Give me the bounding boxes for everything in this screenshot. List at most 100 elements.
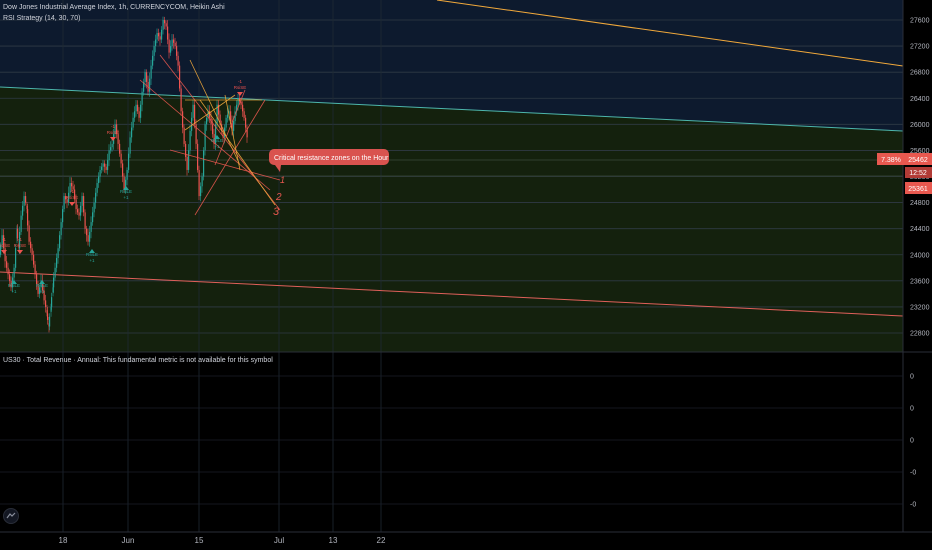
candle-body bbox=[201, 176, 203, 187]
candle-body bbox=[101, 166, 103, 170]
other-price-text: 25361 bbox=[908, 186, 928, 193]
candle-body bbox=[179, 65, 181, 89]
indicator-tick-label: 0 bbox=[910, 406, 914, 413]
short-signal-label: RsiSE bbox=[234, 85, 247, 90]
candle-body bbox=[28, 225, 30, 242]
candle-body bbox=[63, 196, 65, 210]
candle-body bbox=[192, 104, 194, 118]
candle-body bbox=[243, 111, 245, 118]
candle-body bbox=[183, 127, 185, 144]
candle-body bbox=[120, 153, 122, 164]
candle-body bbox=[156, 33, 158, 40]
long-signal-qty: +1 bbox=[39, 289, 45, 294]
candle-body bbox=[22, 205, 24, 216]
candle-body bbox=[237, 98, 239, 105]
candle-body bbox=[150, 65, 152, 79]
long-signal-label: RsiLE bbox=[36, 283, 48, 288]
candle-body bbox=[146, 72, 148, 82]
candle-body bbox=[84, 212, 86, 229]
candle-body bbox=[245, 117, 247, 128]
price-tick-label: 23200 bbox=[910, 304, 930, 311]
time-tick-label: 18 bbox=[59, 536, 68, 545]
candle-body bbox=[108, 150, 110, 161]
indicator-tick-label: 0 bbox=[910, 374, 914, 381]
candle-body bbox=[161, 29, 163, 40]
short-signal-label: RsiSE bbox=[14, 243, 27, 248]
candle-body bbox=[164, 20, 166, 24]
candle-body bbox=[182, 111, 184, 128]
candle-body bbox=[62, 209, 64, 223]
candle-body bbox=[131, 127, 133, 138]
candle-body bbox=[110, 147, 112, 151]
long-signal-qty: +1 bbox=[214, 144, 220, 149]
indicator-tick-label: -0 bbox=[910, 502, 916, 509]
candle-body bbox=[90, 222, 92, 232]
tradingview-logo-icon[interactable] bbox=[3, 508, 19, 524]
price-tick-label: 22800 bbox=[910, 331, 930, 338]
short-signal-qty: -1 bbox=[18, 237, 22, 242]
candle-body bbox=[197, 143, 199, 170]
candle-body bbox=[92, 212, 94, 223]
candle-body bbox=[102, 163, 104, 167]
candle-body bbox=[180, 88, 182, 112]
time-tick-label: 22 bbox=[377, 536, 386, 545]
short-signal-qty: -1 bbox=[238, 79, 242, 84]
price-tick-label: 24400 bbox=[910, 226, 930, 233]
candle-body bbox=[225, 117, 227, 128]
candle-body bbox=[153, 46, 155, 56]
time-tick-label: 13 bbox=[329, 536, 338, 545]
candle-body bbox=[31, 248, 33, 255]
chart-canvas[interactable]: 123RsiLE+1RsiLE+1RsiLE+1RsiLE+1RsiLE+1-1… bbox=[0, 0, 932, 550]
candle-body bbox=[173, 39, 175, 43]
percent-badge-text: 7.38% bbox=[881, 157, 901, 164]
candle-body bbox=[54, 267, 56, 278]
chart-title[interactable]: Dow Jones Industrial Average Index, 1h, … bbox=[3, 4, 225, 11]
last-price-text: 25462 bbox=[908, 157, 928, 164]
candle-body bbox=[152, 55, 154, 66]
candle-body bbox=[189, 130, 191, 151]
indicator-header[interactable]: US30 · Total Revenue · Annual: This fund… bbox=[3, 357, 273, 364]
annotation-text: Critical resistance zones on the Hour bbox=[274, 155, 389, 162]
candle-body bbox=[135, 104, 137, 112]
candle-body bbox=[123, 176, 125, 190]
candle-body bbox=[155, 39, 157, 47]
price-tick-label: 26000 bbox=[910, 122, 930, 129]
candle-body bbox=[200, 186, 202, 197]
candle-body bbox=[186, 156, 188, 170]
candle-body bbox=[141, 91, 143, 105]
short-signal-qty: -1 bbox=[111, 124, 115, 129]
candle-body bbox=[132, 117, 134, 128]
candle-body bbox=[137, 104, 139, 112]
lower-zone bbox=[0, 87, 903, 352]
candle-body bbox=[80, 205, 82, 216]
strategy-label[interactable]: RSI Strategy (14, 30, 70) bbox=[3, 15, 80, 22]
long-signal-qty: +1 bbox=[11, 289, 17, 294]
candle-body bbox=[188, 150, 190, 170]
candle-body bbox=[158, 33, 160, 37]
candle-body bbox=[51, 297, 53, 307]
candle-body bbox=[96, 183, 98, 193]
candle-body bbox=[33, 254, 35, 265]
long-signal-label: RsiLE bbox=[211, 138, 223, 143]
long-signal-label: RsiLE bbox=[86, 252, 98, 257]
candle-body bbox=[177, 55, 179, 66]
candle-body bbox=[167, 26, 169, 40]
candle-body bbox=[6, 261, 8, 268]
candle-body bbox=[144, 72, 146, 82]
candle-body bbox=[93, 202, 95, 213]
candle-body bbox=[126, 169, 128, 180]
short-signal-qty: -1 bbox=[70, 189, 74, 194]
candle-body bbox=[56, 258, 58, 268]
indicator-tick-label: 0 bbox=[910, 438, 914, 445]
candle-body bbox=[128, 153, 130, 170]
candle-body bbox=[15, 248, 17, 268]
candle-body bbox=[49, 316, 51, 327]
short-signal-qty: -1 bbox=[2, 237, 6, 242]
long-signal-qty: +1 bbox=[89, 258, 95, 263]
candle-body bbox=[25, 196, 27, 203]
candle-body bbox=[117, 134, 119, 144]
price-tick-label: 23600 bbox=[910, 278, 930, 285]
chart-background bbox=[0, 0, 932, 550]
candle-body bbox=[104, 163, 106, 167]
candle-body bbox=[140, 104, 142, 118]
